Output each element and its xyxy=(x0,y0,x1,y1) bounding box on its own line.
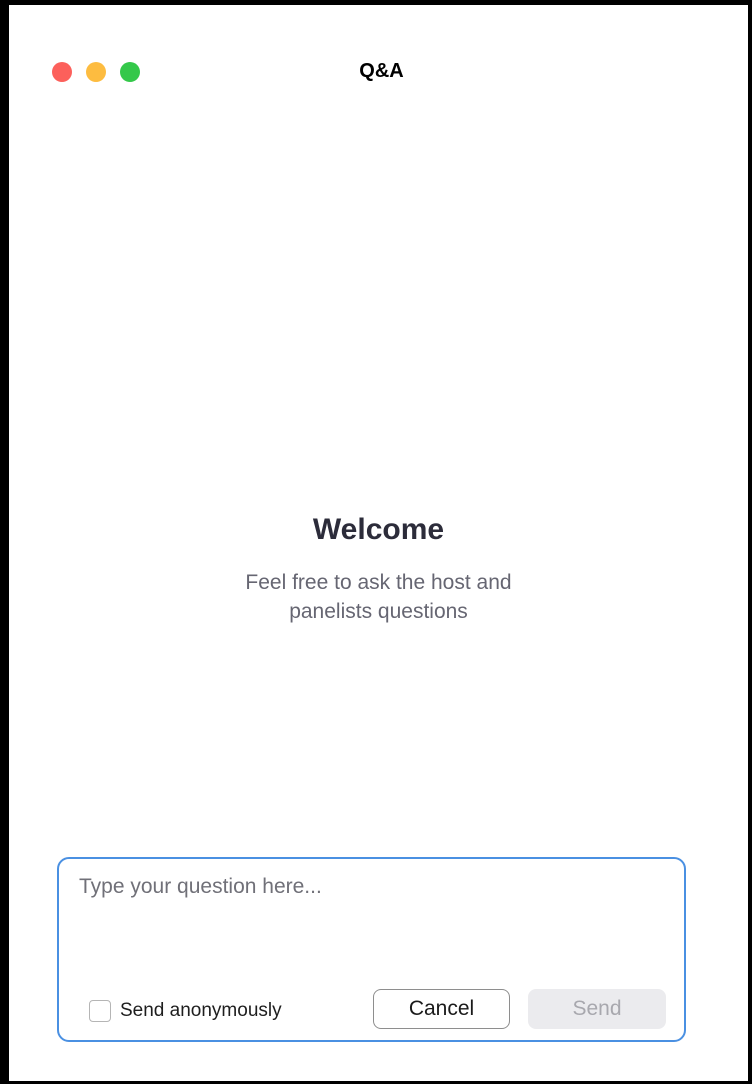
qa-window: Q&A Welcome Feel free to ask the host an… xyxy=(9,5,748,1081)
welcome-message-line1: Feel free to ask the host and xyxy=(245,571,512,594)
send-anonymously-label: Send anonymously xyxy=(120,1000,282,1021)
welcome-message-line2: panelists questions xyxy=(289,600,468,623)
question-composer: Send anonymously Cancel Send xyxy=(57,857,686,1042)
cancel-button[interactable]: Cancel xyxy=(373,989,510,1029)
send-anonymously-toggle[interactable]: Send anonymously xyxy=(89,1000,282,1022)
welcome-heading: Welcome xyxy=(312,513,445,546)
question-input[interactable] xyxy=(79,875,659,965)
send-button[interactable]: Send xyxy=(528,989,666,1029)
welcome-message: Feel free to ask the host and panelists … xyxy=(9,568,748,626)
send-anonymously-checkbox[interactable] xyxy=(89,1000,111,1022)
window-title: Q&A xyxy=(359,60,404,82)
